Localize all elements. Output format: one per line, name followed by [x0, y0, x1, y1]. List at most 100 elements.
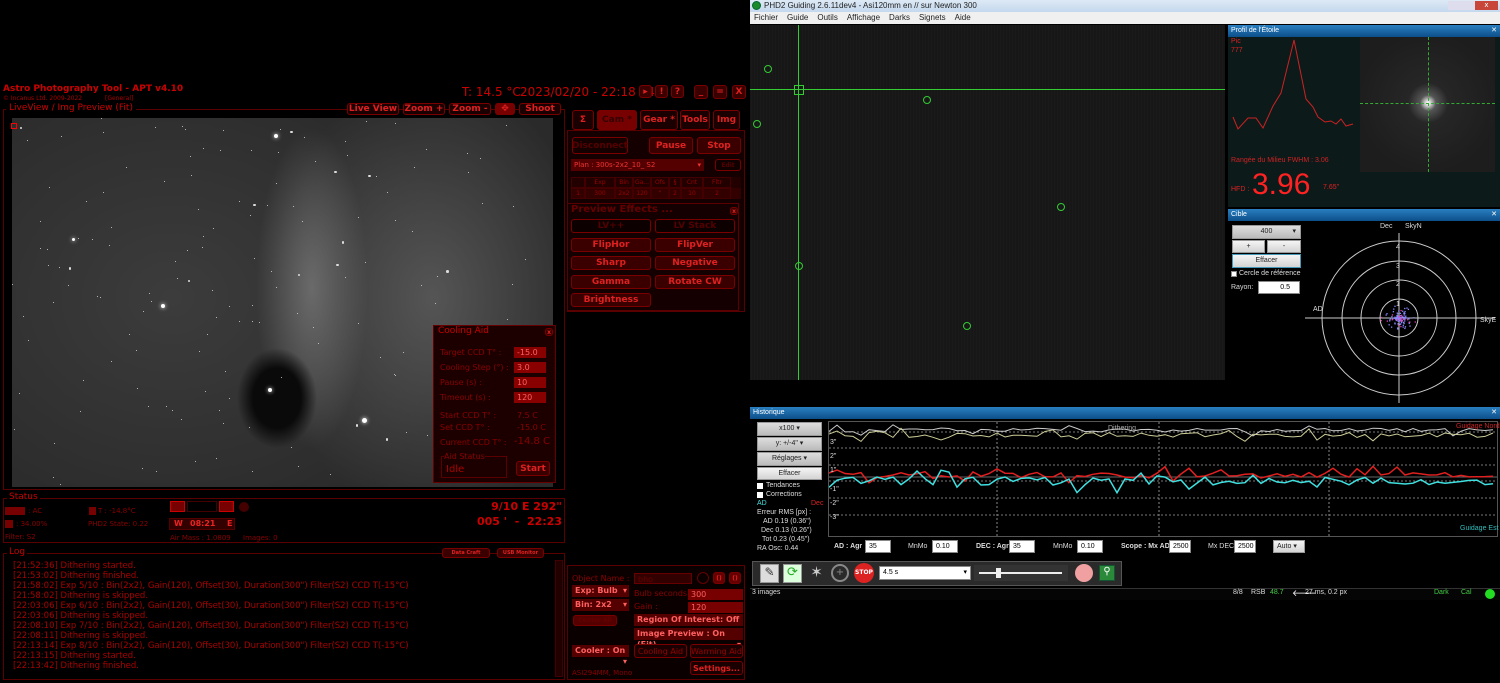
effect-brightness-button[interactable]: Brightness — [571, 293, 651, 307]
ra-aggr-input[interactable]: 35 — [865, 540, 891, 553]
roi-select[interactable]: Region Of Interest: Off▾ — [634, 614, 743, 635]
y-scale-select[interactable]: y: +/-4" ▾ — [757, 437, 822, 451]
plan-row[interactable]: 1 300 2x2 120 " 2 10 2 — [571, 188, 741, 199]
candidate-star-marker[interactable] — [795, 262, 803, 270]
exposure-select[interactable]: Exp: Bulb ▾ — [572, 585, 629, 597]
history-settings-select[interactable]: Réglages ▾ — [757, 452, 822, 466]
object-button-1[interactable]: () — [713, 572, 725, 584]
usb-monitor-button[interactable]: USB Monitor — [497, 548, 544, 558]
menu-outils[interactable]: Outils — [817, 13, 837, 22]
connect-gear-icon[interactable]: ✎ — [760, 564, 779, 583]
close-icon[interactable]: ✕ — [1491, 209, 1497, 221]
object-button-2[interactable]: () — [729, 572, 741, 584]
close-icon[interactable]: ✕ — [1491, 407, 1497, 419]
cooling-field-input[interactable]: 3.0 — [514, 362, 546, 373]
help-button[interactable]: ? — [671, 85, 684, 98]
ref-circle-checkbox[interactable] — [1231, 271, 1237, 277]
candidate-star-marker[interactable] — [963, 322, 971, 330]
effect-sharp-button[interactable]: Sharp — [571, 256, 651, 270]
dec-minmove-input[interactable]: 0.10 — [1077, 540, 1103, 553]
effect-lv--button[interactable]: LV++ — [571, 219, 651, 233]
candidate-star-marker[interactable] — [753, 120, 761, 128]
cooling-field-input[interactable]: 10 — [514, 377, 546, 388]
tab-summary[interactable]: Σ — [572, 110, 594, 130]
plan-select[interactable]: Plan : 300s-2x2_10_ S2 ▾ — [571, 159, 704, 171]
cooler-select[interactable]: Cooler : On ▾ — [572, 645, 629, 666]
bulb-seconds-input[interactable]: 300 — [688, 589, 743, 600]
effect-lv-stack-button[interactable]: LV Stack — [655, 219, 735, 233]
effect-flipver-button[interactable]: FlipVer — [655, 237, 735, 252]
exposure-select[interactable]: 4.5 s ▾ — [879, 566, 971, 580]
x-scale-select[interactable]: x100 ▾ — [757, 422, 822, 436]
zoom-out-button[interactable]: Zoom - — [449, 103, 491, 115]
object-name-input[interactable]: bho — [634, 573, 692, 584]
gamma-slider[interactable] — [974, 565, 1068, 581]
edit-plan-button[interactable]: Edit — [715, 159, 741, 171]
clear-history-button[interactable]: Effacer — [757, 467, 822, 480]
tab-img[interactable]: Img — [713, 110, 740, 130]
slider-thumb[interactable] — [996, 568, 1001, 578]
auto-select-star-icon[interactable]: ✶ — [807, 563, 826, 582]
log-scrollbar[interactable] — [555, 560, 563, 677]
zoom-out-button[interactable]: - — [1267, 240, 1301, 253]
menu-aide[interactable]: Aide — [955, 13, 971, 22]
cooling-aid-button[interactable]: Cooling Aid — [634, 644, 687, 658]
candidate-star-marker[interactable] — [923, 96, 931, 104]
effect-rotate-cw-button[interactable]: Rotate CW — [655, 274, 735, 289]
zoom-in-button[interactable]: + — [1232, 240, 1265, 253]
play-button[interactable]: ▸ — [639, 85, 652, 98]
ra-minmove-input[interactable]: 0.10 — [932, 540, 958, 553]
tab-camera[interactable]: Cam * — [597, 110, 637, 130]
menu-darks[interactable]: Darks — [889, 13, 910, 22]
zoom-in-button[interactable]: Zoom + — [403, 103, 445, 115]
data-craft-button[interactable]: Data Craft — [442, 548, 490, 558]
crosshair-icon[interactable]: ✥ — [495, 103, 515, 115]
brain-icon[interactable] — [1075, 564, 1093, 582]
radius-input[interactable]: 0.5 — [1258, 281, 1300, 294]
menu-affichage[interactable]: Affichage — [847, 13, 880, 22]
guide-icon[interactable]: + — [831, 564, 849, 582]
effect-gamma-button[interactable]: Gamma — [571, 274, 651, 289]
tab-tools[interactable]: Tools — [680, 110, 710, 130]
stop-button[interactable]: Stop — [697, 137, 741, 154]
max-dec-input[interactable]: 2500 — [1234, 540, 1256, 553]
corrections-checkbox[interactable] — [757, 492, 763, 498]
shoot-button[interactable]: Shoot — [519, 103, 561, 115]
target-scale-select[interactable]: 400 ▾ — [1232, 225, 1301, 239]
dec-aggr-input[interactable]: 35 — [1009, 540, 1035, 553]
settings-button[interactable]: Settings... — [690, 661, 743, 675]
start-cooling-button[interactable]: Start — [516, 461, 550, 476]
minimize-button[interactable] — [1448, 1, 1462, 10]
advanced-settings-icon[interactable]: ⚲ — [1099, 565, 1115, 581]
maximize-button[interactable] — [1462, 1, 1475, 10]
bin-select[interactable]: Bin: 2x2 ▾ — [572, 599, 629, 611]
menu-signets[interactable]: Signets — [919, 13, 946, 22]
guide-camera-view[interactable] — [750, 25, 1225, 380]
warming-aid-button[interactable]: Warming Aid — [690, 644, 743, 658]
close-effects-icon[interactable]: x — [730, 207, 738, 215]
menu-fichier[interactable]: Fichier — [754, 13, 778, 22]
image-preview-select[interactable]: Image Preview : On (Fit)▾ — [634, 628, 743, 649]
clear-target-button[interactable]: Effacer — [1232, 254, 1301, 268]
disconnect-button[interactable]: Disconnect — [572, 137, 628, 154]
close-button[interactable]: X — [732, 85, 746, 99]
mount-east-icon[interactable] — [219, 501, 234, 512]
refresh-icon[interactable] — [697, 572, 709, 584]
tab-gear[interactable]: Gear * — [640, 110, 678, 130]
max-ra-input[interactable]: 2500 — [1169, 540, 1191, 553]
minimize-button[interactable]: _ — [694, 85, 708, 99]
close-button[interactable]: x — [1475, 1, 1498, 10]
effect-fliphor-button[interactable]: FlipHor — [571, 237, 651, 252]
pause-button[interactable]: Pause — [649, 137, 693, 154]
alert-button[interactable]: ! — [655, 85, 668, 98]
live-view-button[interactable]: Live View — [347, 103, 399, 115]
maximize-button[interactable]: = — [713, 85, 727, 99]
candidate-star-marker[interactable] — [764, 65, 772, 73]
cooling-field-input[interactable]: 120 — [514, 392, 546, 403]
cooling-field-input[interactable]: -15.0 — [514, 347, 546, 358]
gain-input[interactable]: 120 — [688, 602, 743, 613]
close-cooling-icon[interactable]: x — [545, 328, 553, 336]
effect-negative-button[interactable]: Negative — [655, 256, 735, 270]
dec-mode-select[interactable]: Auto ▾ — [1273, 540, 1305, 553]
center-all-button[interactable]: Center All — [573, 615, 617, 626]
